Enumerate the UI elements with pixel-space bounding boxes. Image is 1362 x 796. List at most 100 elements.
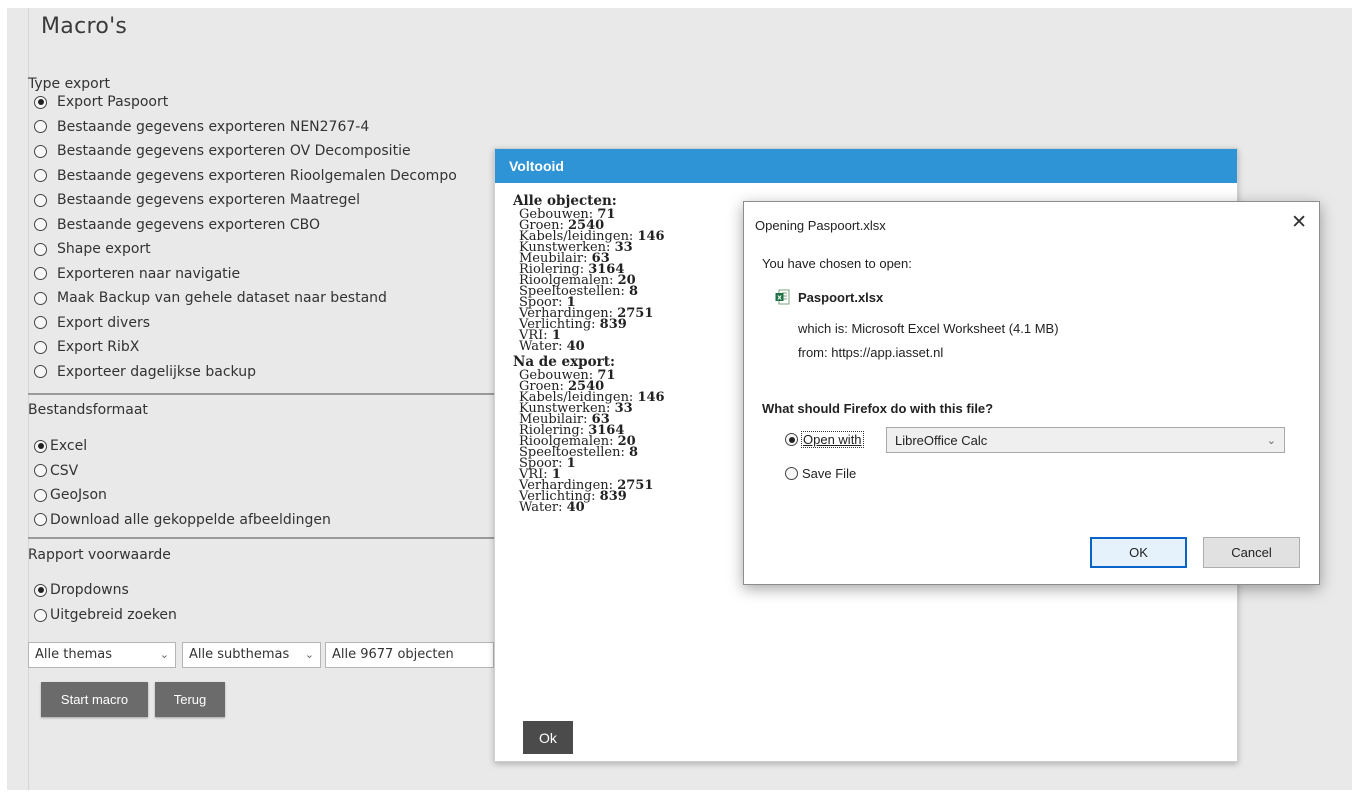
stat-value: 8 [629, 445, 639, 460]
radio-option-label: Export divers [57, 314, 151, 331]
after-export-list: Gebouwen: 71 Groen: 2540 Kabels/leidingen:… [513, 369, 665, 515]
save-file-label: Save File [802, 466, 857, 481]
type-export-label: Type export [28, 76, 110, 92]
radio-option[interactable]: Bestaande gegevens exporteren CBO [34, 215, 320, 235]
svg-text:x: x [777, 294, 782, 302]
radio-option[interactable]: Maak Backup van gehele dataset naar best… [34, 288, 387, 308]
file-name: Paspoort.xlsx [798, 290, 884, 305]
chevron-down-icon: ⌄ [1266, 435, 1276, 447]
rapport-voorwaarde-label: Rapport voorwaarde [28, 547, 171, 563]
file-source-text: from: https://app.iasset.nl [798, 345, 944, 360]
radio-checked[interactable] [34, 95, 47, 109]
radio-option-label: Bestaande gegevens exporteren CBO [57, 216, 320, 233]
radio-checked[interactable] [785, 433, 798, 446]
stat-value: 8 [629, 284, 639, 299]
stat-value: 839 [599, 489, 627, 504]
radio-option-label: Shape export [57, 241, 151, 257]
radio-option[interactable]: Bestaande gegevens exporteren Rioolgemal… [34, 166, 457, 186]
application-select-value: LibreOffice Calc [895, 433, 988, 448]
radio-option[interactable]: Shape export [34, 239, 151, 259]
save-file-radio[interactable]: Save File [785, 466, 856, 481]
radio-unchecked[interactable] [34, 144, 47, 158]
radio-unchecked[interactable] [34, 608, 47, 622]
dialog-title: Opening Paspoort.xlsx [755, 218, 886, 233]
close-icon[interactable]: ✕ [1291, 211, 1307, 234]
radio-unchecked[interactable] [34, 169, 47, 182]
question-text: What should Firefox do with this file? [762, 401, 994, 416]
radio-unchecked[interactable] [34, 242, 47, 256]
radio-option-label: Exporteer dagelijkse backup [57, 363, 256, 380]
radio-option[interactable]: Bestaande gegevens exporteren Maatregel [34, 190, 360, 210]
radio-option[interactable]: Download alle gekoppelde afbeeldingen [34, 510, 331, 530]
radio-option[interactable]: Dropdowns [34, 580, 129, 600]
stat-value: 1 [566, 456, 576, 471]
stat-value: 839 [599, 317, 627, 332]
dialog-cancel-button[interactable]: Cancel [1203, 537, 1300, 568]
page-title: Macro's [41, 14, 128, 39]
radio-unchecked[interactable] [34, 464, 47, 477]
radio-option-label: Uitgebreid zoeken [50, 607, 177, 623]
radio-option[interactable]: Export Paspoort [34, 92, 168, 112]
chosen-text: You have chosen to open: [762, 256, 912, 271]
stat-value: 33 [614, 401, 633, 416]
themas-select[interactable]: Alle themas ⌄ [28, 642, 176, 668]
radio-option-label: Export RibX [57, 339, 140, 355]
open-with-radio[interactable]: Open with [785, 431, 864, 448]
radio-option[interactable]: Bestaande gegevens exporteren NEN2767-4 [34, 117, 369, 137]
radio-unchecked[interactable] [34, 513, 47, 526]
subthemas-select[interactable]: Alle subthemas ⌄ [182, 642, 321, 668]
stat-value: 146 [637, 229, 665, 244]
radio-option-label: Export Paspoort [57, 94, 169, 110]
radio-unchecked[interactable] [785, 467, 798, 480]
radio-option-label: Download alle gekoppelde afbeeldingen [50, 511, 331, 528]
section-divider [28, 537, 498, 539]
radio-option-label: GeoJson [50, 487, 107, 503]
bestandsformaat-label: Bestandsformaat [28, 402, 148, 418]
radio-checked[interactable] [34, 439, 47, 453]
radio-option[interactable]: Exporteren naar navigatie [34, 264, 240, 284]
themas-select-value: Alle themas [35, 647, 112, 662]
dialog-ok-button[interactable]: OK [1090, 537, 1187, 568]
radio-option[interactable]: Export divers [34, 313, 150, 333]
radio-unchecked[interactable] [34, 291, 47, 305]
radio-unchecked[interactable] [34, 488, 47, 502]
radio-option[interactable]: Uitgebreid zoeken [34, 605, 177, 625]
radio-unchecked[interactable] [34, 218, 47, 231]
start-macro-button[interactable]: Start macro [41, 682, 148, 717]
radio-option[interactable]: CSV [34, 461, 78, 481]
radio-option-label: Bestaande gegevens exporteren NEN2767-4 [57, 118, 370, 135]
stat-row: Water: 40 [513, 339, 665, 354]
radio-unchecked[interactable] [34, 316, 47, 329]
left-panel-strip [7, 8, 29, 790]
modal-ok-button[interactable]: Ok [523, 721, 573, 754]
radio-checked[interactable] [34, 583, 47, 597]
file-type-text: which is: Microsoft Excel Worksheet (4.1… [798, 321, 1059, 336]
back-button[interactable]: Terug [155, 682, 225, 717]
radio-option[interactable]: Excel [34, 436, 87, 456]
all-objects-list: Gebouwen: 71 Groen: 2540 Kabels/leidingen:… [513, 208, 665, 354]
stat-value: 33 [614, 240, 633, 255]
radio-option[interactable]: Exporteer dagelijkse backup [34, 362, 256, 382]
objecten-select[interactable]: Alle 9677 objecten [325, 642, 494, 668]
radio-option[interactable]: GeoJson [34, 485, 107, 505]
modal-body: Alle objecten: Gebouwen: 71 Groen: 2540 Ka… [513, 194, 665, 515]
radio-option[interactable]: Bestaande gegevens exporteren OV Decompo… [34, 141, 411, 161]
radio-option-label: Dropdowns [50, 582, 129, 598]
stat-name: Water: [519, 339, 563, 354]
application-select[interactable]: LibreOffice Calc ⌄ [886, 427, 1285, 453]
radio-option-label: Excel [50, 438, 88, 454]
radio-option-label: Maak Backup van gehele dataset naar best… [57, 290, 387, 306]
firefox-open-dialog: Opening Paspoort.xlsx ✕ You have chosen … [743, 201, 1320, 585]
radio-option-label: CSV [50, 462, 79, 479]
excel-file-icon: x [775, 289, 790, 305]
stat-name: Water: [519, 500, 563, 515]
stat-value: 146 [637, 390, 665, 405]
subthemas-select-value: Alle subthemas [189, 647, 290, 662]
radio-unchecked[interactable] [34, 340, 47, 354]
stat-value: 40 [566, 500, 585, 515]
radio-option[interactable]: Export RibX [34, 337, 139, 357]
radio-unchecked[interactable] [34, 193, 47, 207]
radio-unchecked[interactable] [34, 365, 47, 378]
radio-unchecked[interactable] [34, 267, 47, 280]
radio-unchecked[interactable] [34, 120, 47, 133]
